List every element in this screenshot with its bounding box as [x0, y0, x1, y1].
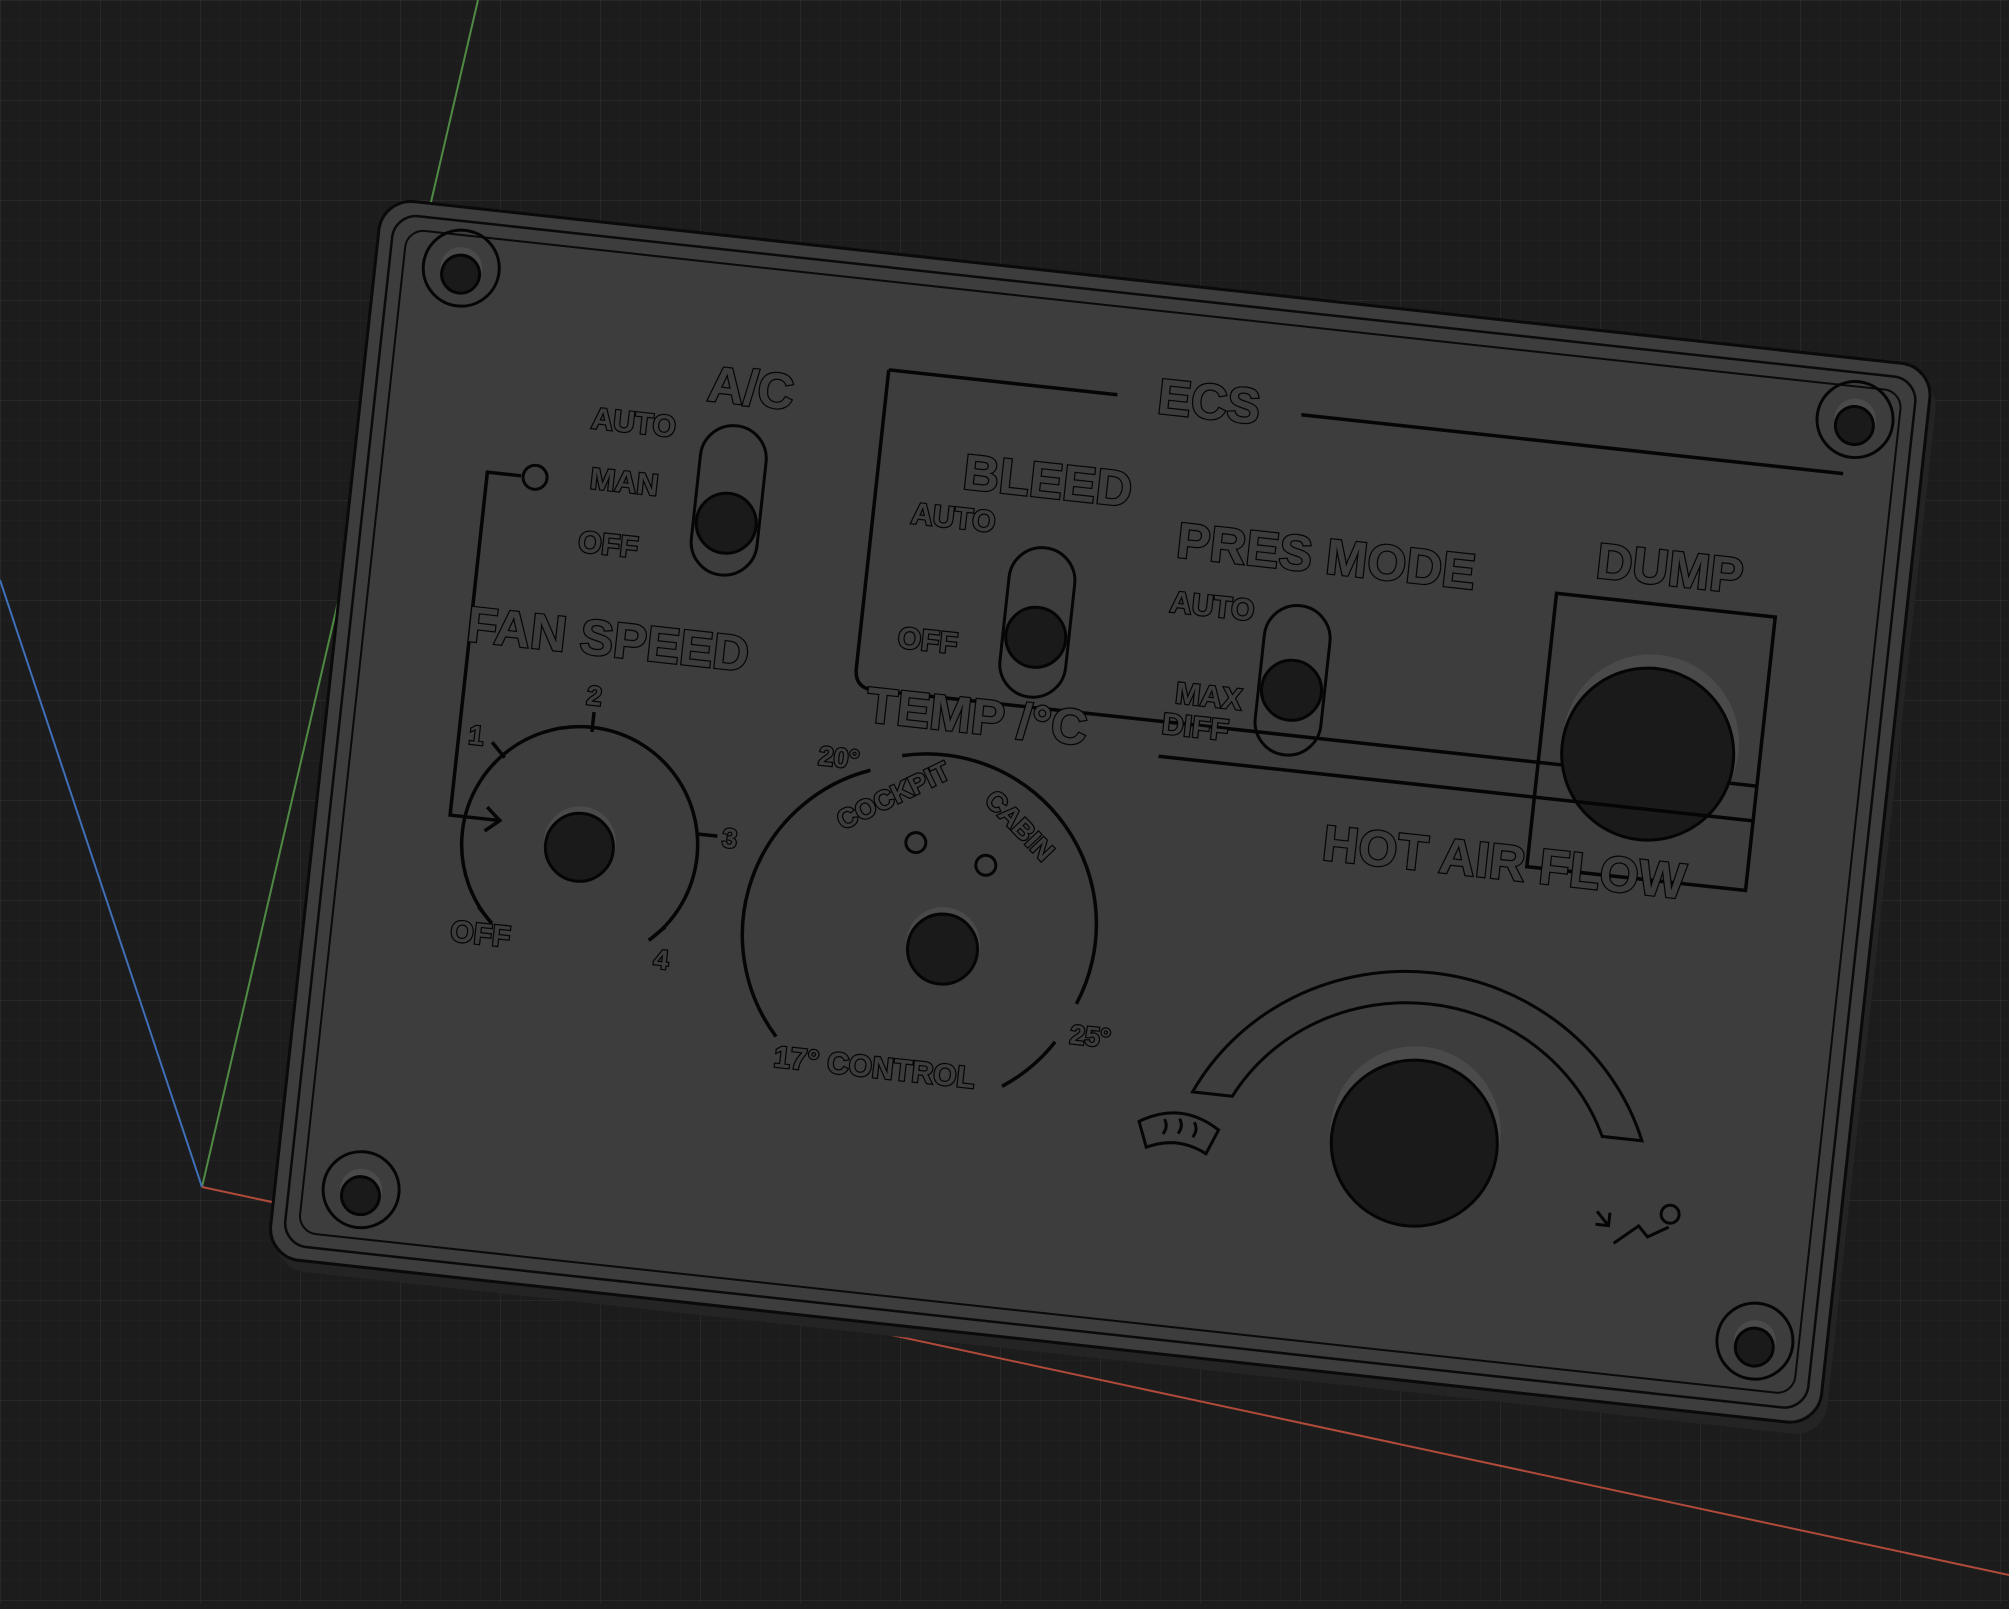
- viewport-canvas: ECS A/C AUTO MAN OFF BLEED AUTO OFF PRES…: [0, 0, 2009, 1604]
- bleed-off-label: OFF: [896, 622, 959, 661]
- fan-2-tick: [590, 711, 596, 733]
- fan-3-tick: [697, 832, 718, 838]
- temp-25-label: 25°: [1068, 1019, 1112, 1053]
- ac-title: A/C: [705, 356, 797, 421]
- ecs-label: ECS: [1155, 368, 1263, 435]
- ecs-panel[interactable]: ECS A/C AUTO MAN OFF BLEED AUTO OFF PRES…: [266, 198, 1940, 1437]
- temp-20-label: 20°: [817, 741, 861, 775]
- fan-off-label: OFF: [449, 915, 512, 954]
- ac-off-label: OFF: [577, 525, 640, 564]
- cad-viewport[interactable]: ECS A/C AUTO MAN OFF BLEED AUTO OFF PRES…: [0, 0, 2009, 1604]
